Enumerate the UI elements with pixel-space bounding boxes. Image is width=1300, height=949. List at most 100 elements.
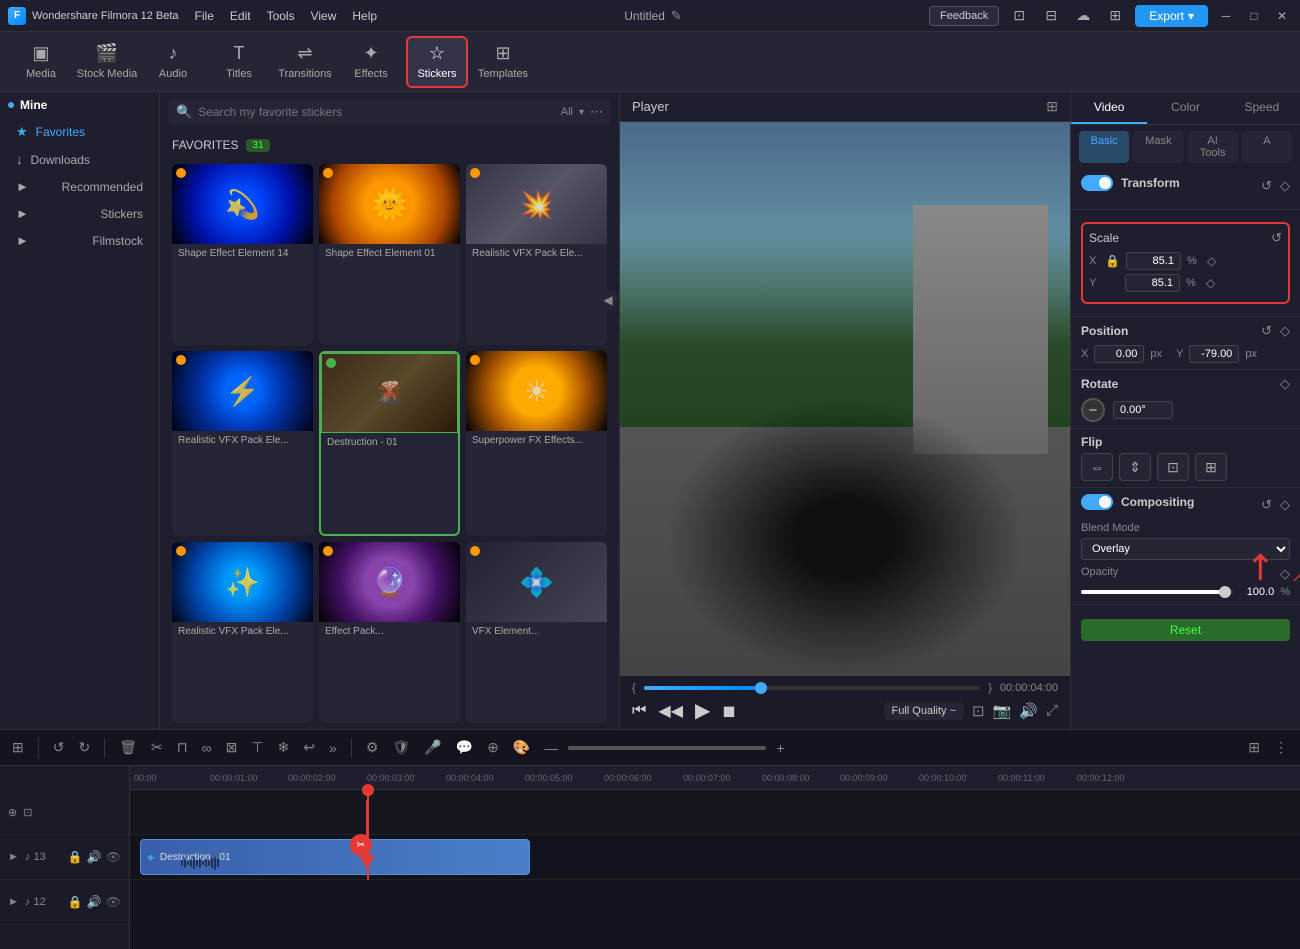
prev-frame-button[interactable]: ⏮ xyxy=(632,702,646,720)
add-track-icon[interactable]: ⊕ xyxy=(8,806,17,819)
scale-reset-icon[interactable]: ↺ xyxy=(1271,230,1282,246)
collapse-panel-button[interactable]: ◀ xyxy=(598,290,618,310)
mic-button[interactable]: 🎤 xyxy=(420,737,445,758)
snapshot-track-icon[interactable]: ⊡ xyxy=(23,806,32,819)
trim-button[interactable]: ⊤ xyxy=(247,737,267,758)
volume-icon[interactable]: 🔊 xyxy=(1019,702,1038,720)
minimize-button[interactable]: ─ xyxy=(1216,6,1236,26)
progress-track[interactable] xyxy=(644,686,981,690)
freeze-button[interactable]: ❄ xyxy=(274,737,294,758)
sidebar-item-downloads[interactable]: ↓ Downloads xyxy=(0,146,159,173)
camera-icon[interactable]: 📷 xyxy=(993,702,1012,720)
sidebar-item-recommended[interactable]: ► Recommended xyxy=(0,173,159,200)
flip-corner-button[interactable]: ⊞ xyxy=(1195,453,1227,481)
scale-y-keyframe[interactable]: ◇ xyxy=(1206,276,1215,290)
scale-y-input[interactable]: 85.1 xyxy=(1125,274,1180,292)
settings-button[interactable]: ⚙ xyxy=(362,737,383,758)
sticker-card-destruction-01[interactable]: 🌋 Destruction - 01 xyxy=(319,351,460,536)
filter-chevron-icon[interactable]: ▾ xyxy=(579,107,584,118)
tab-color[interactable]: Color xyxy=(1147,92,1223,124)
zoom-out-button[interactable]: + xyxy=(772,738,788,758)
menu-tools[interactable]: Tools xyxy=(267,9,295,23)
motion-track-button[interactable]: ⊕ xyxy=(483,737,503,758)
sticker-card-9[interactable]: 💠 VFX Element... xyxy=(466,542,607,723)
flip-diagonal-button[interactable]: ⊡ xyxy=(1157,453,1189,481)
track-12-expand-icon[interactable]: ► xyxy=(8,896,19,908)
menu-help[interactable]: Help xyxy=(352,9,377,23)
search-input[interactable] xyxy=(198,105,555,119)
marker-out[interactable]: } xyxy=(988,682,992,694)
opacity-track[interactable] xyxy=(1081,590,1233,594)
fullscreen-icon[interactable]: ⤢ xyxy=(1046,702,1058,719)
tool-effects[interactable]: ✦ Effects xyxy=(340,36,402,88)
progress-bar[interactable]: { } 00:00:04:00 xyxy=(632,682,1058,694)
position-reset-icon[interactable]: ↺ xyxy=(1261,323,1272,339)
track-13-expand-icon[interactable]: ► xyxy=(8,851,19,863)
stop-button[interactable]: ◼ xyxy=(722,701,735,721)
sticker-card-superpower[interactable]: ☀ Superpower FX Effects... xyxy=(466,351,607,536)
track-12-volume-icon[interactable]: 🔊 xyxy=(87,895,102,909)
tool-templates[interactable]: ⊞ Templates xyxy=(472,36,534,88)
transform-reset-icon[interactable]: ↺ xyxy=(1261,178,1272,194)
flip-horizontal-button[interactable]: ⇔ xyxy=(1081,453,1113,481)
play-button[interactable]: ▶ xyxy=(695,698,710,723)
track-12-eye-icon[interactable]: 👁 xyxy=(106,895,121,909)
color-match-button[interactable]: 🎨 xyxy=(509,737,534,758)
tool-audio[interactable]: ♪ Audio xyxy=(142,36,204,88)
track-13-eye-icon[interactable]: 👁 xyxy=(106,850,121,864)
transform-diamond-icon[interactable]: ◇ xyxy=(1280,178,1290,194)
lock-icon[interactable]: 🔒 xyxy=(1105,254,1120,268)
player-expand-icon[interactable]: ⊞ xyxy=(1046,98,1058,115)
sticker-card-shape-effect-14[interactable]: 💫 Shape Effect Element 14 xyxy=(172,164,313,345)
export-button[interactable]: Export ▾ xyxy=(1135,5,1208,27)
track-13-volume-icon[interactable]: 🔊 xyxy=(87,850,102,864)
sidebar-item-filmstock[interactable]: ► Filmstock xyxy=(0,227,159,254)
position-y-input[interactable] xyxy=(1189,345,1239,363)
maximize-button[interactable]: □ xyxy=(1244,6,1264,26)
quality-button[interactable]: Full Quality ~ xyxy=(884,702,965,720)
close-button[interactable]: ✕ xyxy=(1272,6,1292,26)
sticker-card-realistic-vfx-2[interactable]: ⚡ Realistic VFX Pack Ele... xyxy=(172,351,313,536)
subtab-mask[interactable]: Mask xyxy=(1133,131,1183,163)
cut-button[interactable]: ✂ xyxy=(147,737,167,758)
mine-section-header[interactable]: Mine xyxy=(0,92,159,118)
zoom-in-button[interactable]: — xyxy=(540,738,562,758)
clip-protect-button[interactable]: 🛡 xyxy=(388,737,414,758)
compositing-reset-icon[interactable]: ↺ xyxy=(1261,497,1272,513)
rotate-keyframe-icon[interactable]: ◇ xyxy=(1280,376,1290,392)
rewind-button[interactable]: ◀◀ xyxy=(658,701,683,721)
tool-titles[interactable]: T Titles xyxy=(208,36,270,88)
more-tools-button[interactable]: » xyxy=(325,738,341,758)
menu-file[interactable]: File xyxy=(195,9,214,23)
grid-icon[interactable]: ⊞ xyxy=(1103,4,1127,28)
crop-button[interactable]: ⊠ xyxy=(222,737,242,758)
redo-button[interactable]: ↻ xyxy=(74,737,94,758)
tl-grid-icon[interactable]: ⊞ xyxy=(1244,737,1264,758)
reverse-button[interactable]: ↩ xyxy=(299,737,319,758)
subtab-ai-tools[interactable]: AI Tools xyxy=(1188,131,1238,163)
compositing-keyframe-icon[interactable]: ◇ xyxy=(1280,497,1290,513)
subtab-extra[interactable]: A xyxy=(1242,131,1292,163)
sticker-card-7[interactable]: ✨ Realistic VFX Pack Ele... xyxy=(172,542,313,723)
menu-edit[interactable]: Edit xyxy=(230,9,251,23)
sidebar-item-stickers[interactable]: ► Stickers xyxy=(0,200,159,227)
filter-label[interactable]: All xyxy=(561,106,573,118)
sidebar-item-favorites[interactable]: ★ Favorites xyxy=(0,118,159,146)
feedback-button[interactable]: Feedback xyxy=(929,6,999,26)
subtab-basic[interactable]: Basic xyxy=(1079,131,1129,163)
scale-x-input[interactable]: 85.1 xyxy=(1126,252,1181,270)
blend-mode-select[interactable]: Overlay Normal Screen Multiply xyxy=(1081,538,1290,560)
track-clip-destruction[interactable]: ◈ Destruction - 01 xyxy=(140,839,530,875)
marker-in[interactable]: { xyxy=(632,682,636,694)
separate-audio-button[interactable]: ⊓ xyxy=(173,737,192,758)
track-12-lock-icon[interactable]: 🔒 xyxy=(68,895,83,909)
tl-more-icon[interactable]: ⋮ xyxy=(1270,737,1292,758)
opacity-thumb[interactable] xyxy=(1219,586,1231,598)
tab-video[interactable]: Video xyxy=(1071,92,1147,124)
layout-icon[interactable]: ⊡ xyxy=(1007,4,1031,28)
rotate-knob[interactable] xyxy=(1081,398,1105,422)
rotate-input[interactable]: 0.00° xyxy=(1113,401,1173,419)
compositing-toggle[interactable] xyxy=(1081,494,1113,510)
link-button[interactable]: ∞ xyxy=(198,738,216,758)
menu-view[interactable]: View xyxy=(311,9,337,23)
